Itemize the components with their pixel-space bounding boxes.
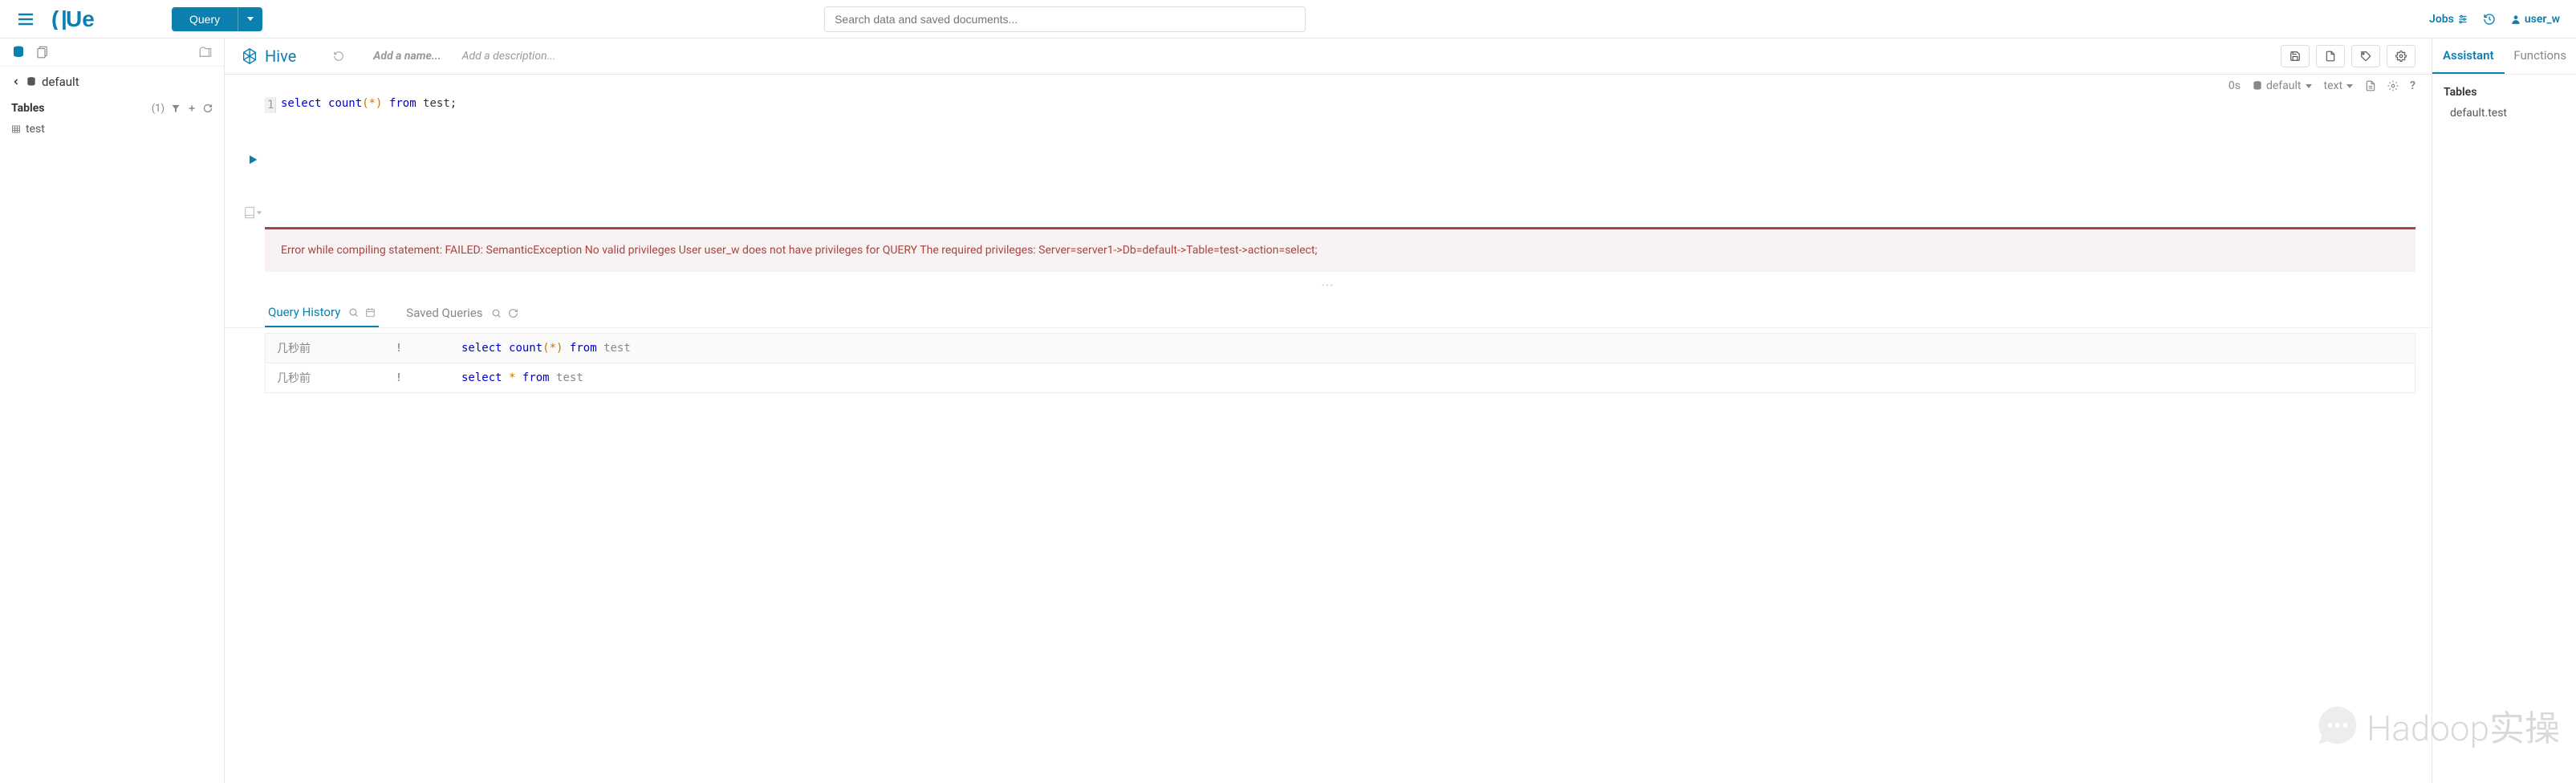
refresh-icon[interactable] xyxy=(203,103,213,113)
gear-icon xyxy=(2395,51,2407,62)
tables-count: (1) xyxy=(152,103,165,115)
documents-icon[interactable] xyxy=(35,45,50,59)
undo-icon[interactable] xyxy=(333,51,344,62)
breadcrumb[interactable]: default xyxy=(0,67,224,97)
new-button[interactable] xyxy=(2316,45,2345,67)
query-button[interactable]: Query xyxy=(172,7,238,31)
database-source-icon[interactable] xyxy=(11,45,26,59)
chevron-down-icon xyxy=(2305,82,2313,90)
engine-label[interactable]: Hive xyxy=(241,47,296,66)
history-row[interactable]: 几秒前 ! select count(*) from test xyxy=(265,333,2416,363)
hamburger-icon[interactable] xyxy=(16,10,35,29)
name-input[interactable]: Add a name... xyxy=(373,50,441,63)
tag-button[interactable] xyxy=(2351,45,2380,67)
editor-header: Hive Add a name... Add a description... xyxy=(225,39,2432,75)
database-icon xyxy=(26,76,37,87)
hue-logo[interactable]: (|Ue xyxy=(51,9,132,30)
editor-gutter xyxy=(241,97,265,219)
sidebar-top xyxy=(0,39,224,67)
history-link[interactable] xyxy=(2483,13,2496,26)
hive-icon xyxy=(241,47,258,65)
resize-handle[interactable]: ••• xyxy=(225,280,2432,292)
history-table: 几秒前 ! select count(*) from test 几秒前 ! se… xyxy=(225,328,2432,393)
history-time: 几秒前 xyxy=(277,340,349,356)
sliders-icon xyxy=(2457,14,2468,25)
query-button-group: Query xyxy=(172,7,262,31)
chevron-down-icon xyxy=(2346,82,2354,90)
description-input[interactable]: Add a description... xyxy=(462,50,556,63)
file-icon xyxy=(2325,51,2336,62)
refresh-icon[interactable] xyxy=(508,308,518,318)
document-icon[interactable] xyxy=(2365,80,2376,91)
query-dropdown-button[interactable] xyxy=(238,7,262,31)
svg-text:(: ( xyxy=(51,9,59,30)
book-icon[interactable] xyxy=(243,206,262,219)
tab-saved-queries[interactable]: Saved Queries xyxy=(403,298,521,327)
search-input[interactable] xyxy=(824,6,1306,32)
tab-assistant[interactable]: Assistant xyxy=(2432,39,2505,74)
filter-icon[interactable] xyxy=(171,103,181,113)
chevron-left-icon xyxy=(11,77,21,87)
duration-label: 0s xyxy=(2229,79,2241,92)
breadcrumb-label: default xyxy=(42,75,79,89)
format-selector[interactable]: text xyxy=(2324,79,2355,92)
history-row[interactable]: 几秒前 ! select * from test xyxy=(265,363,2416,393)
svg-text:Ue: Ue xyxy=(66,9,95,30)
editor-toolbar: 0s default text ? xyxy=(225,75,2432,97)
sql-editor[interactable]: 1 select count(*) from test; xyxy=(265,97,2416,219)
right-sidebar: Assistant Functions Tables default.test xyxy=(2432,39,2576,783)
engine-name: Hive xyxy=(265,47,296,66)
user-label: user_w xyxy=(2525,13,2560,26)
assistant-table-item[interactable]: default.test xyxy=(2444,105,2565,121)
tab-query-history[interactable]: Query History xyxy=(265,298,379,327)
help-icon[interactable]: ? xyxy=(2410,79,2416,92)
result-tabs: Query History Saved Queries xyxy=(225,292,2432,328)
history-query: select count(*) from test xyxy=(461,342,631,355)
tables-label: Tables xyxy=(11,102,44,115)
assistant-tables-label: Tables xyxy=(2444,86,2565,99)
table-item[interactable]: test xyxy=(0,120,224,139)
folder-icon[interactable] xyxy=(198,45,213,59)
history-query: select * from test xyxy=(461,371,583,384)
history-time: 几秒前 xyxy=(277,370,349,386)
editor-body: 1 select count(*) from test; xyxy=(225,97,2432,219)
history-status: ! xyxy=(397,342,413,355)
table-name: test xyxy=(26,123,45,136)
table-icon xyxy=(11,124,21,134)
gear-icon[interactable] xyxy=(2387,80,2399,91)
jobs-link[interactable]: Jobs xyxy=(2429,13,2468,26)
tab-functions[interactable]: Functions xyxy=(2505,39,2576,74)
database-icon xyxy=(2252,80,2263,91)
calendar-icon[interactable] xyxy=(365,307,376,318)
plus-icon[interactable] xyxy=(187,103,197,113)
right-tabs: Assistant Functions xyxy=(2432,39,2576,75)
user-icon xyxy=(2510,14,2521,25)
assistant-panel: Tables default.test xyxy=(2432,75,2576,132)
play-button[interactable] xyxy=(246,153,259,166)
global-search xyxy=(824,6,1306,32)
jobs-label: Jobs xyxy=(2429,13,2454,26)
tag-icon xyxy=(2360,51,2371,62)
database-selector[interactable]: default xyxy=(2252,79,2313,92)
history-icon xyxy=(2483,13,2496,26)
history-status: ! xyxy=(397,371,413,384)
search-icon[interactable] xyxy=(348,307,359,318)
main-layout: default Tables (1) test Hive Add a name.… xyxy=(0,39,2576,783)
settings-button[interactable] xyxy=(2387,45,2416,67)
save-icon xyxy=(2290,51,2301,62)
topbar: (|Ue Query Jobs user_w xyxy=(0,0,2576,39)
tables-header: Tables (1) xyxy=(0,97,224,120)
left-sidebar: default Tables (1) test xyxy=(0,39,225,783)
user-menu[interactable]: user_w xyxy=(2510,13,2560,26)
search-icon[interactable] xyxy=(491,308,502,318)
error-message: Error while compiling statement: FAILED:… xyxy=(265,227,2416,272)
main-panel: Hive Add a name... Add a description... … xyxy=(225,39,2432,783)
line-number: 1 xyxy=(265,97,276,113)
topbar-right: Jobs user_w xyxy=(2429,13,2560,26)
save-button[interactable] xyxy=(2281,45,2310,67)
